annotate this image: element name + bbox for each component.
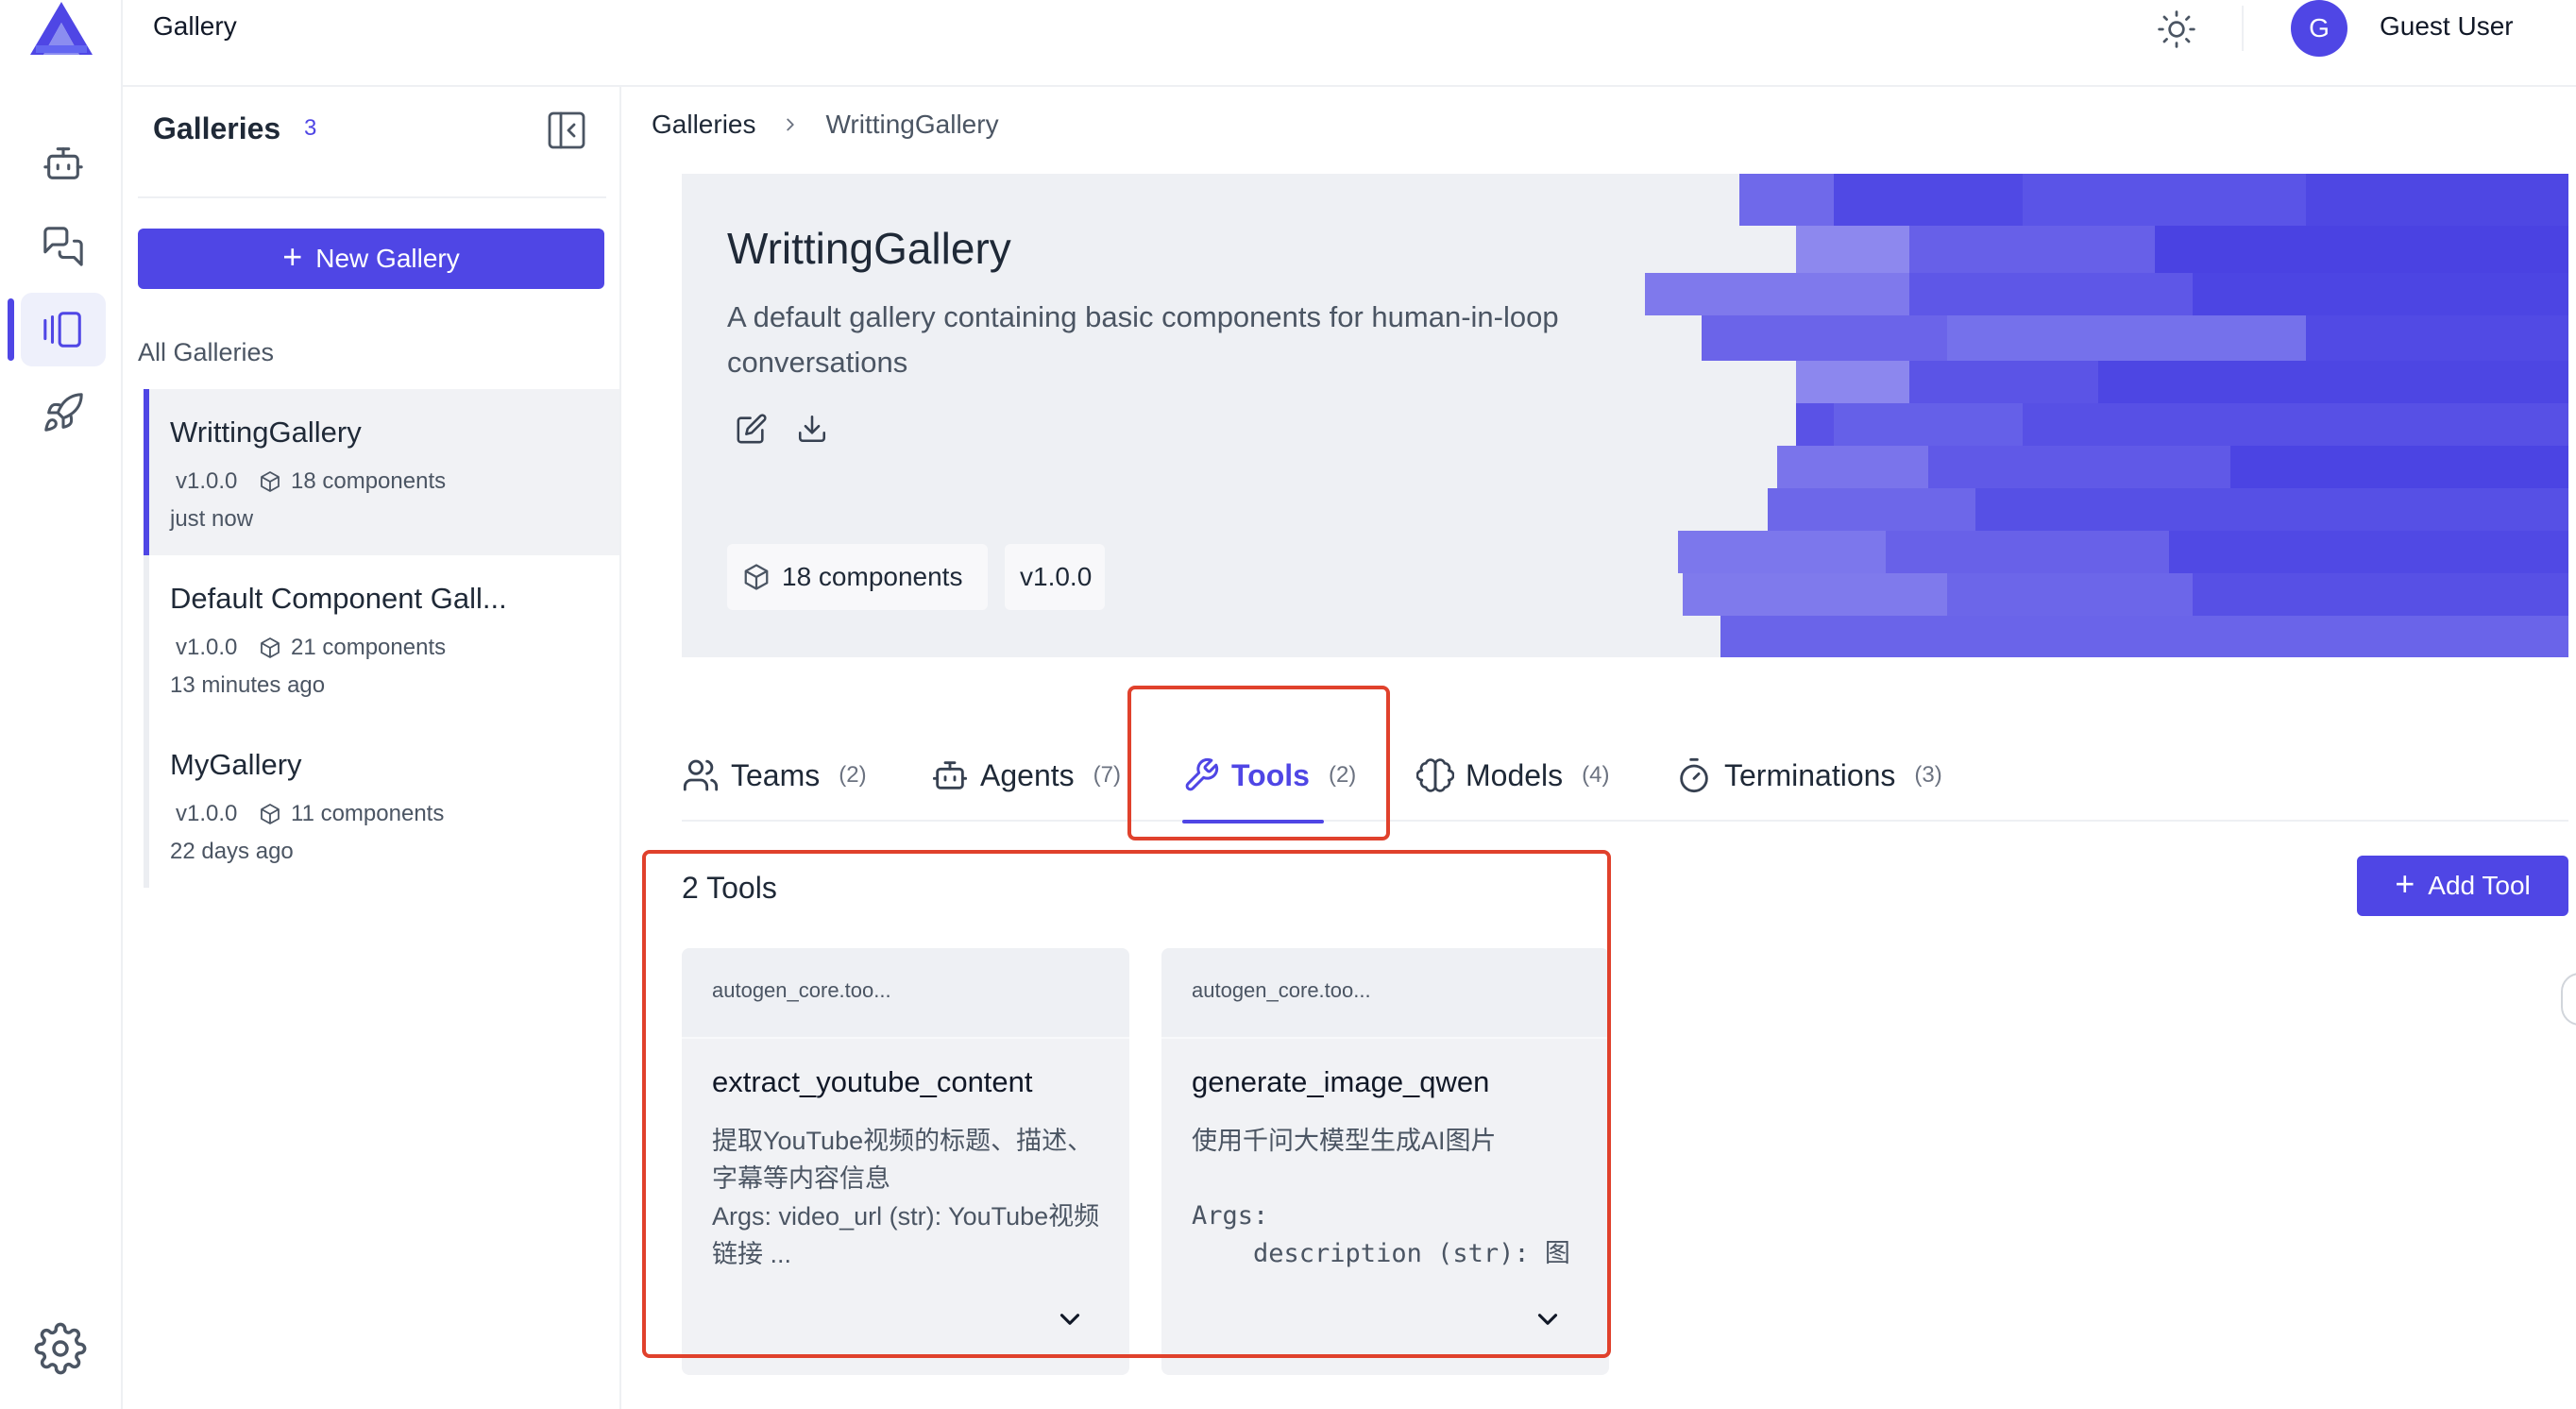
gallery-updated-time: 22 days ago: [170, 839, 294, 864]
component-tabs: Teams (2) Agents (7) Tools (2) Models (4…: [682, 699, 2568, 823]
version-chip-label: v1.0.0: [1020, 562, 1093, 591]
download-icon[interactable]: [793, 410, 831, 448]
tool-card[interactable]: autogen_core.too... generate_image_qwen …: [1161, 948, 1609, 1375]
components-chip-label: 18 components: [782, 562, 963, 591]
package-icon: [261, 471, 280, 492]
users-icon: [683, 759, 719, 791]
tab-label: Teams: [731, 757, 821, 792]
gallery-component-count: 11 components: [291, 801, 445, 826]
tab-tools[interactable]: Tools (2): [1182, 752, 1356, 799]
tool-provider: autogen_core.too...: [1161, 948, 1609, 1039]
top-bar: Gallery G Guest User: [123, 0, 2576, 87]
brain-icon: [1416, 758, 1454, 792]
settings-gear-icon[interactable]: [34, 1322, 87, 1375]
bot-icon: [932, 761, 968, 789]
gallery-header-banner: WrittingGallery A default gallery contai…: [682, 174, 2568, 657]
item-indicator: [144, 555, 149, 721]
tool-description: 提取YouTube视频的标题、描述、字幕等内容信息 Args: video_ur…: [712, 1127, 1100, 1268]
galleries-title: Galleries: [153, 111, 281, 145]
gallery-name: MyGallery: [170, 748, 302, 781]
tool-name: extract_youtube_content: [712, 1065, 1033, 1098]
new-gallery-button[interactable]: + New Gallery: [138, 229, 604, 289]
tool-args-label: Args:: [1192, 1201, 1269, 1231]
version-chip: v1.0.0: [1005, 544, 1105, 610]
page-title: Gallery: [153, 11, 237, 41]
item-indicator: [144, 721, 149, 888]
nav-deploy-icon[interactable]: [21, 376, 106, 450]
gallery-version: v1.0.0: [176, 468, 238, 494]
wrench-icon: [1185, 757, 1219, 791]
galleries-sidebar: Galleries 3 + New Gallery All Galleries …: [123, 87, 621, 1409]
collapse-sidebar-icon[interactable]: [544, 108, 589, 153]
gallery-description: A default gallery containing basic compo…: [727, 300, 1559, 379]
components-chip: 18 components: [727, 544, 988, 610]
tools-count-heading: 2 Tools: [682, 871, 777, 905]
tool-name: generate_image_qwen: [1192, 1065, 1490, 1098]
user-name[interactable]: Guest User: [2380, 11, 2514, 42]
tool-description-text: 使用千问大模型生成AI图片: [1192, 1127, 1497, 1155]
timer-icon: [1680, 757, 1708, 793]
tab-count: (7): [1093, 762, 1121, 788]
tab-label: Models: [1466, 757, 1564, 792]
edit-icon[interactable]: [733, 410, 771, 448]
plus-icon: +: [282, 237, 303, 276]
tab-models[interactable]: Models (4): [1416, 752, 1610, 799]
tool-args-line: description (str): 图: [1192, 1239, 1570, 1268]
gallery-version: v1.0.0: [176, 801, 238, 826]
tab-teams[interactable]: Teams (2): [682, 752, 867, 799]
sidebar-divider: [138, 196, 606, 198]
add-tool-button[interactable]: + Add Tool: [2357, 856, 2568, 916]
topbar-divider: [2242, 6, 2244, 51]
nav-team-builder-icon[interactable]: [21, 127, 106, 200]
breadcrumb: Galleries WrittingGallery: [652, 110, 999, 140]
package-icon: [261, 804, 280, 824]
nav-playground-icon[interactable]: [21, 210, 106, 283]
tab-count: (2): [839, 762, 867, 788]
gallery-component-count: 21 components: [291, 635, 447, 660]
active-indicator: [144, 389, 149, 555]
gallery-name: Default Component Gall...: [170, 582, 507, 615]
gallery-updated-time: 13 minutes ago: [170, 672, 326, 698]
app-logo-icon[interactable]: [30, 2, 93, 55]
tool-description: 使用千问大模型生成AI图片 Args: description (str): 图: [1192, 1122, 1588, 1273]
gallery-list-item[interactable]: WrittingGallery v1.0.0 18 components jus…: [144, 389, 619, 555]
expand-chevron-down-icon[interactable]: [1532, 1303, 1564, 1335]
nav-rail: [0, 0, 123, 1409]
tab-label: Terminations: [1724, 757, 1896, 792]
galleries-count: 3: [304, 115, 317, 141]
gallery-title: WrittingGallery: [727, 224, 1011, 273]
breadcrumb-current: WrittingGallery: [825, 110, 999, 139]
tab-count: (4): [1582, 762, 1610, 788]
gallery-updated-time: just now: [170, 506, 254, 532]
theme-toggle-sun-icon[interactable]: [2151, 4, 2202, 55]
gallery-component-count: 18 components: [291, 468, 447, 494]
panel-resize-handle[interactable]: [2561, 973, 2576, 1026]
tool-provider: autogen_core.too...: [682, 948, 1129, 1039]
add-tool-label: Add Tool: [2428, 871, 2531, 900]
all-galleries-label: All Galleries: [138, 338, 275, 366]
user-avatar[interactable]: G: [2291, 0, 2347, 57]
tab-count: (3): [1914, 762, 1942, 788]
gallery-list-item[interactable]: MyGallery v1.0.0 11 components 22 days a…: [144, 721, 619, 888]
gallery-name: WrittingGallery: [170, 416, 362, 449]
tab-agents[interactable]: Agents (7): [931, 752, 1121, 799]
gallery-version: v1.0.0: [176, 635, 238, 660]
package-icon: [261, 637, 280, 658]
plus-icon: +: [2395, 864, 2415, 903]
expand-chevron-down-icon[interactable]: [1054, 1303, 1086, 1335]
tab-terminations[interactable]: Terminations (3): [1675, 752, 1942, 799]
new-gallery-label: New Gallery: [315, 244, 460, 273]
nav-gallery-icon[interactable]: [8, 293, 106, 366]
active-tab-underline: [1182, 820, 1324, 823]
tool-card[interactable]: autogen_core.too... extract_youtube_cont…: [682, 948, 1129, 1375]
chevron-right-icon: [787, 118, 795, 131]
package-icon: [744, 564, 769, 590]
tab-label: Tools: [1231, 757, 1310, 792]
gallery-list-item[interactable]: Default Component Gall... v1.0.0 21 comp…: [144, 555, 619, 721]
tab-count: (2): [1328, 762, 1357, 788]
breadcrumb-galleries-link[interactable]: Galleries: [652, 110, 755, 140]
tab-label: Agents: [980, 757, 1075, 792]
